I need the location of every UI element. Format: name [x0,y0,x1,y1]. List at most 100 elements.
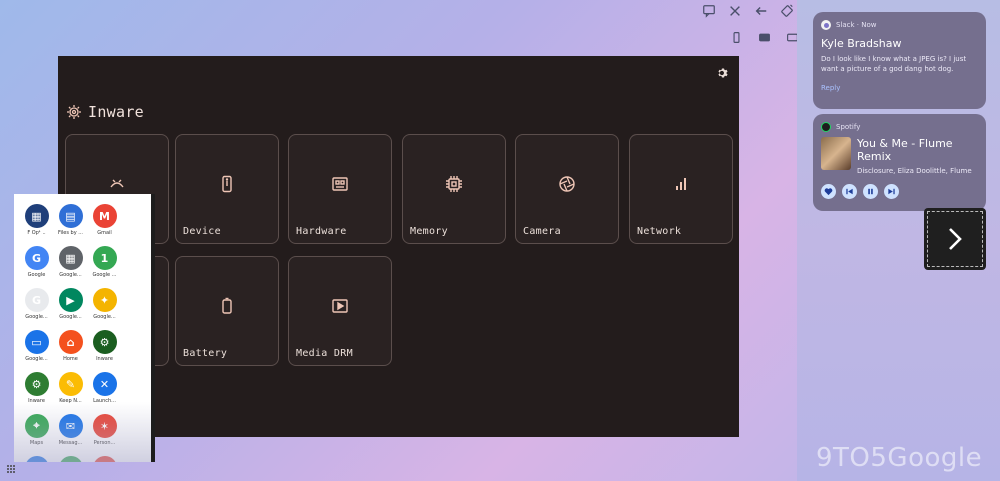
tile-label: Camera [523,226,561,237]
app-icon: ✶ [92,414,117,438]
next-arrow-button[interactable] [924,208,986,270]
app-name: Inware [28,398,45,404]
notification-header: Slack · Now [821,20,978,30]
window-size-controls [727,28,801,46]
tile-memory[interactable]: Memory [402,134,506,244]
app-icon: G [24,288,49,312]
tile-label: Hardware [296,226,347,237]
app-icon [24,456,49,462]
tile-label: Device [183,226,221,237]
track-artist: Disclosure, Eliza Doolittle, Flume [856,167,972,175]
app-icon: ✦ [92,288,117,312]
system-icon [108,175,126,193]
feedback-icon[interactable] [700,2,718,20]
tile-battery[interactable]: Battery [175,256,279,366]
app-name: Google... [93,314,116,320]
previous-arrow-button[interactable] [18,208,68,266]
app-icon: ⌖ [24,414,49,438]
launcher-app[interactable]: M Gmail [88,204,121,244]
notification-header: Spotify [821,122,978,132]
app-icon: ▭ [24,330,49,354]
media-controls [821,184,978,199]
app-icon: ⚙ [24,372,49,396]
inware-logo-icon [66,104,82,120]
launcher-app[interactable]: ✉ Messag... [54,414,87,454]
tile-network[interactable]: Network [629,134,733,244]
phone-size-icon[interactable] [727,28,745,46]
notification-title: Kyle Bradshaw [821,37,902,50]
notification-body: Do I look like I know what a JPEG is? I … [821,55,967,73]
launcher-dots-icon[interactable] [6,459,16,473]
chevron-right-icon [949,228,962,250]
network-icon [672,175,690,193]
notification-source: Slack · Now [836,21,877,29]
media-drm-icon [331,297,349,315]
settings-gear-icon[interactable] [717,64,729,78]
pause-icon[interactable] [863,184,878,199]
app-name: Google [27,272,46,278]
heart-icon[interactable] [821,184,836,199]
app-icon: ✎ [58,372,83,396]
launcher-app[interactable] [54,456,87,462]
tile-media-drm[interactable]: Media DRM [288,256,392,366]
battery-icon [218,297,236,315]
launcher-app[interactable]: ✕ Launch... [88,372,121,412]
launcher-app[interactable]: ▭ Google... [20,330,53,370]
tablet-size-icon[interactable] [755,28,773,46]
slack-app-icon [821,20,831,30]
launcher-app[interactable]: G Google... [20,288,53,328]
app-icon: ⌂ [58,330,83,354]
tile-label: Battery [183,348,228,359]
launcher-app[interactable]: ✶ Person... [88,414,121,454]
album-art [821,137,851,170]
previous-icon[interactable] [842,184,857,199]
launcher-app[interactable]: ⚙ Inware [20,372,53,412]
watermark: 9TO5Google [816,443,983,473]
app-name: Inware [96,356,113,362]
tile-label: Media DRM [296,348,353,359]
app-name: Person... [93,440,116,446]
app-name: Home [63,356,78,362]
launcher-app[interactable]: 1 Google ... [88,246,121,286]
rotate-icon[interactable] [778,2,796,20]
tile-label: Network [637,226,682,237]
app-name: Google ... [92,272,117,278]
slack-notification[interactable]: Slack · Now Kyle Bradshaw Do I look like… [813,12,986,109]
app-name: Google... [25,356,48,362]
app-name: Maps [29,440,44,446]
app-name: Google... [59,272,82,278]
app-title: Inware [88,103,144,121]
launcher-app[interactable]: ⌂ Home [54,330,87,370]
window-controls [700,2,796,20]
launcher-app[interactable]: ⚙ Inware [88,330,121,370]
app-icon: 1 [92,246,117,270]
back-icon[interactable] [752,2,770,20]
launcher-app[interactable]: ▶ Google... [54,288,87,328]
tile-label: Memory [410,226,448,237]
notification-source: Spotify [836,123,861,131]
tile-camera[interactable]: Camera [515,134,619,244]
camera-icon [558,175,576,193]
inware-app-window: Inware Device Hardware Memory Camera Net… [58,56,739,437]
app-name: Keep N... [59,398,82,404]
hardware-icon [331,175,349,193]
tile-device[interactable]: Device [175,134,279,244]
launcher-app[interactable]: ✦ Google... [88,288,121,328]
app-icon: ✉ [58,414,83,438]
close-icon[interactable] [726,2,744,20]
app-icon: ▶ [58,288,83,312]
launcher-app[interactable] [88,456,121,462]
device-icon [218,175,236,193]
tile-hardware[interactable]: Hardware [288,134,392,244]
app-name: Gmail [97,230,112,236]
launcher-app[interactable]: ⌖ Maps [20,414,53,454]
spotify-app-icon [821,122,831,132]
focus-ring [927,211,983,267]
launcher-app[interactable] [20,456,53,462]
reply-button[interactable]: Reply [821,84,978,92]
drawer-scrollbar[interactable] [151,194,155,462]
app-name: Messag... [58,440,83,446]
next-icon[interactable] [884,184,899,199]
spotify-notification[interactable]: Spotify You & Me - Flume Remix Disclosur… [813,114,986,211]
launcher-app[interactable]: ✎ Keep N... [54,372,87,412]
